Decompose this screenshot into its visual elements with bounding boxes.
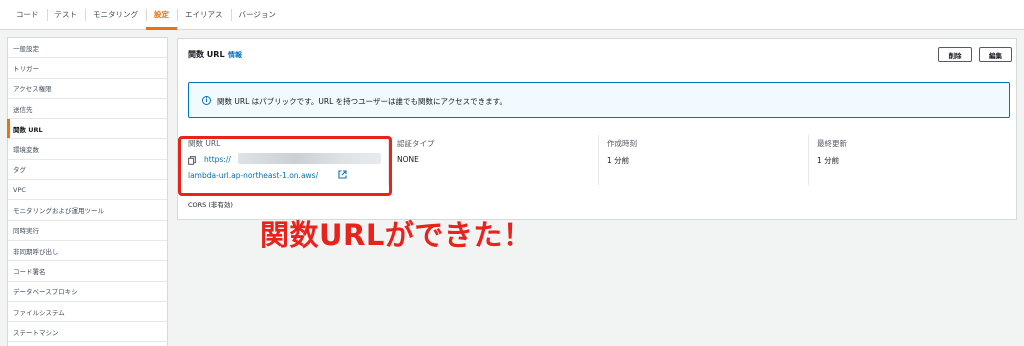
sidebar-item-code-signing[interactable]: コード署名 [8, 261, 167, 282]
panel-header: 関数 URL 情報 削除 編集 [178, 39, 1016, 69]
info-link[interactable]: 情報 [228, 50, 242, 60]
tab-bar: コード テスト モニタリング 設定 エイリアス バージョン [0, 0, 1024, 30]
sidebar-item-general[interactable]: 一般設定 [8, 38, 167, 59]
sidebar-item-env-vars[interactable]: 環境変数 [8, 139, 167, 160]
auth-type-label: 認証タイプ [397, 139, 435, 148]
edit-button[interactable]: 編集 [979, 47, 1012, 62]
sidebar-item-state-machine[interactable]: ステートマシン [8, 322, 167, 343]
sidebar-item-tags[interactable]: タグ [8, 160, 167, 181]
sidebar-item-permissions[interactable]: アクセス権限 [8, 79, 167, 99]
column-divider [808, 135, 809, 185]
sidebar-item-filesystem[interactable]: ファイルシステム [8, 302, 167, 323]
auth-type-value: NONE [397, 155, 419, 164]
created-value: 1 分前 [607, 156, 630, 165]
sidebar-item-destinations[interactable]: 送信先 [8, 99, 167, 120]
sidebar-item-function-url[interactable]: 関数 URL [7, 119, 167, 140]
info-icon: i [202, 96, 211, 105]
tab-monitoring[interactable]: モニタリング [85, 0, 146, 29]
modified-value: 1 分前 [817, 156, 840, 165]
auth-column: 認証タイプ NONE [397, 138, 435, 164]
sidebar-item-async[interactable]: 非同期呼び出し [8, 241, 167, 262]
modified-label: 最終更新 [817, 139, 847, 148]
annotation-text: 関数URLができた！ [260, 218, 533, 252]
tab-configuration[interactable]: 設定 [146, 0, 177, 30]
tab-code[interactable]: コード [8, 0, 47, 29]
cors-status: CORS (非有効) [188, 201, 233, 209]
highlight-box [178, 136, 392, 196]
config-sidebar: 一般設定 トリガー アクセス権限 送信先 関数 URL 環境変数 タグ VPC … [7, 37, 168, 346]
column-divider [598, 135, 599, 185]
tab-test[interactable]: テスト [46, 0, 86, 29]
sidebar-item-triggers[interactable]: トリガー [8, 58, 167, 79]
sidebar-item-db-proxy[interactable]: データベースプロキシ [8, 282, 167, 302]
created-column: 作成時刻 1 分前 [607, 138, 637, 166]
tab-versions[interactable]: バージョン [230, 0, 284, 29]
created-label: 作成時刻 [607, 139, 637, 148]
sidebar-item-monitoring-tools[interactable]: モニタリングおよび運用ツール [8, 200, 167, 221]
panel-title: 関数 URL [188, 50, 225, 59]
modified-column: 最終更新 1 分前 [817, 138, 847, 166]
alert-text: 関数 URL はパブリックです。URL を持つユーザーは誰でも関数にアクセスでき… [217, 97, 507, 106]
sidebar-item-vpc[interactable]: VPC [8, 180, 167, 201]
sidebar-item-concurrency[interactable]: 同時実行 [8, 221, 167, 241]
tab-aliases[interactable]: エイリアス [177, 0, 231, 29]
delete-button[interactable]: 削除 [938, 47, 972, 62]
public-url-alert: i 関数 URL はパブリックです。URL を持つユーザーは誰でも関数にアクセス… [188, 82, 1010, 118]
